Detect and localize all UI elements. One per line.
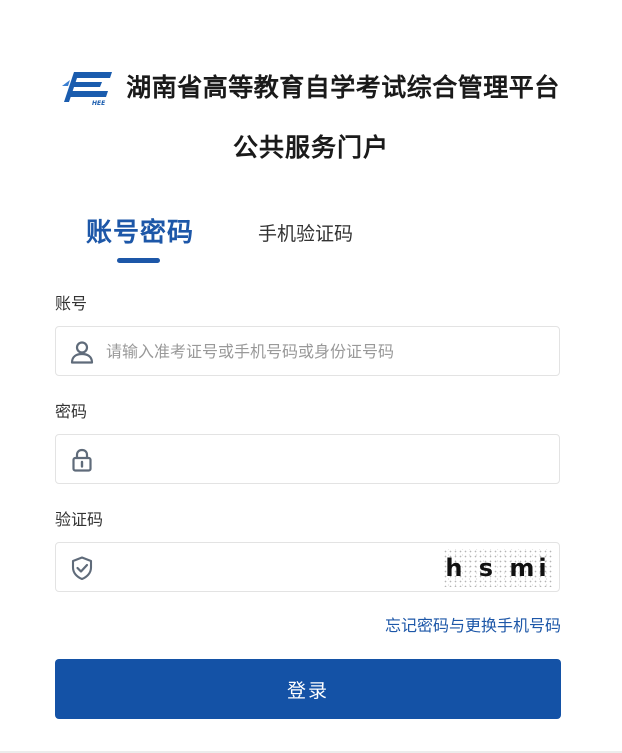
- captcha-image[interactable]: h s mi: [443, 549, 553, 587]
- tab-account-password[interactable]: 账号密码: [86, 212, 194, 249]
- account-input[interactable]: [106, 327, 546, 375]
- svg-text:HEE: HEE: [92, 100, 106, 106]
- password-field[interactable]: [55, 434, 560, 484]
- user-icon: [70, 341, 94, 364]
- account-label: 账号: [55, 294, 88, 313]
- hee-logo-icon: HEE: [62, 72, 113, 106]
- captcha-field[interactable]: h s mi: [55, 542, 560, 592]
- captcha-text: h s mi: [445, 554, 551, 582]
- captcha-label: 验证码: [55, 510, 104, 529]
- password-label: 密码: [55, 402, 88, 421]
- login-page: HEE 湖南省高等教育自学考试综合管理平台 公共服务门户 账号密码 手机验证码 …: [0, 0, 622, 753]
- shield-check-icon: [71, 556, 93, 581]
- lock-icon: [72, 448, 92, 472]
- login-button[interactable]: 登录: [55, 659, 561, 719]
- tab-sms-code[interactable]: 手机验证码: [258, 219, 353, 246]
- forgot-password-link[interactable]: 忘记密码与更换手机号码: [385, 612, 561, 636]
- password-input[interactable]: [106, 435, 546, 483]
- page-title: 湖南省高等教育自学考试综合管理平台: [126, 73, 560, 102]
- account-field[interactable]: [55, 326, 560, 376]
- captcha-input[interactable]: [106, 543, 436, 591]
- page-subtitle: 公共服务门户: [232, 133, 389, 162]
- header: HEE 湖南省高等教育自学考试综合管理平台: [0, 66, 622, 106]
- active-tab-indicator: [117, 258, 160, 263]
